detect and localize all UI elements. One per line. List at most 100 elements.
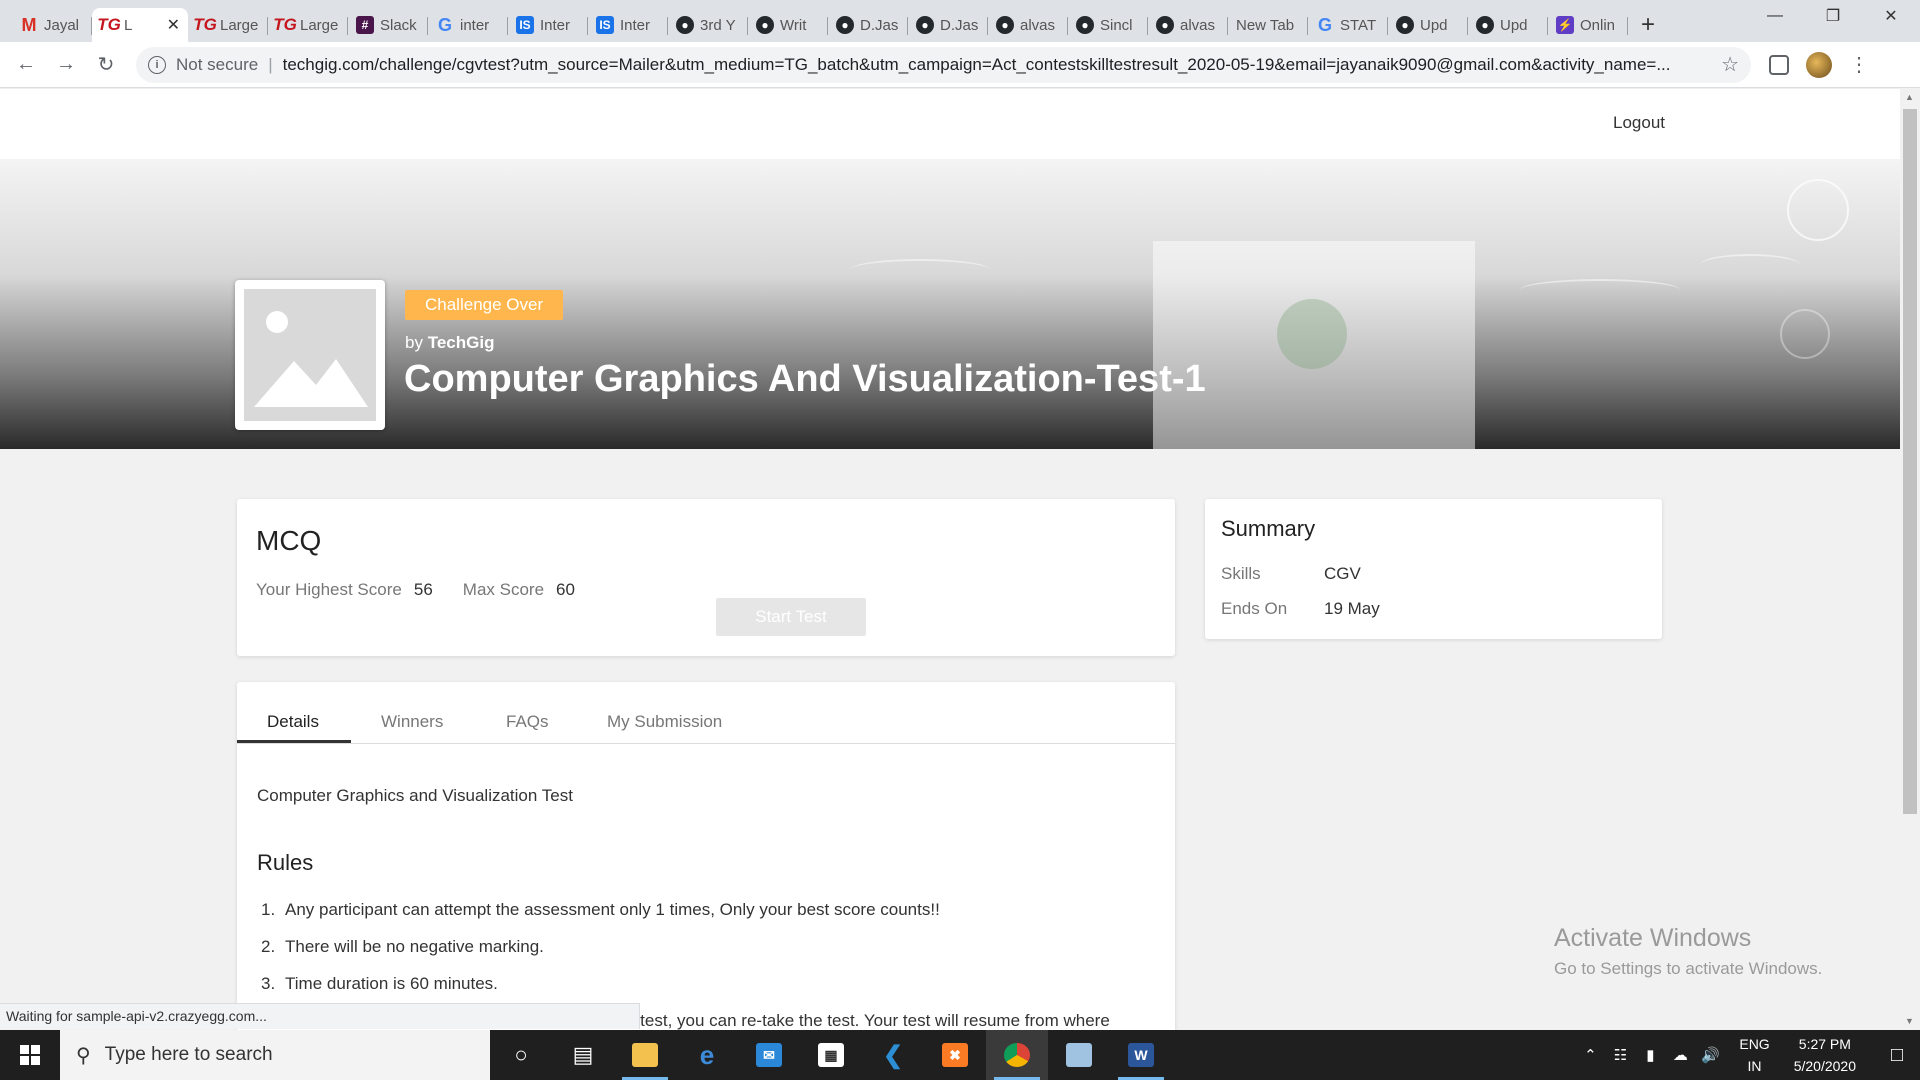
- google-icon: G: [1317, 14, 1332, 35]
- browser-tab[interactable]: Ginter: [428, 8, 508, 42]
- tab-faqs[interactable]: FAQs: [506, 712, 549, 732]
- browser-tab-strip: M Jayal TG L ✕ TG Large TG Large # Slack Ginter IS In…: [0, 0, 1920, 42]
- start-button[interactable]: [0, 1030, 60, 1080]
- browser-tab[interactable]: ● D.Jas: [908, 8, 988, 42]
- word-icon[interactable]: W: [1110, 1030, 1172, 1080]
- highest-score-label: Your Highest Score: [256, 580, 402, 599]
- challenge-thumbnail: [235, 280, 385, 430]
- taskbar-search-box[interactable]: ⚲ Type here to search: [60, 1030, 490, 1080]
- page-title: Computer Graphics And Visualization-Test…: [404, 358, 1206, 400]
- tab-title: D.Jas: [860, 16, 899, 34]
- browser-tab[interactable]: ● Sincl: [1068, 8, 1148, 42]
- restore-icon[interactable]: ❐: [1804, 0, 1862, 32]
- bookmark-star-icon[interactable]: ☆: [1721, 52, 1739, 77]
- mail-icon[interactable]: ✉: [738, 1030, 800, 1080]
- browser-status-bubble: Waiting for sample-api-v2.crazyegg.com..…: [0, 1003, 640, 1029]
- close-window-icon[interactable]: ✕: [1862, 0, 1920, 32]
- tab-title: Writ: [780, 16, 807, 34]
- activate-windows-watermark: Activate Windows Go to Settings to activ…: [1554, 924, 1822, 979]
- highest-score-value: 56: [413, 580, 433, 599]
- browser-tab[interactable]: IS Inter: [508, 8, 588, 42]
- browser-tab[interactable]: G STAT: [1308, 8, 1388, 42]
- tab-title: Large: [300, 16, 339, 34]
- scrollbar-thumb[interactable]: [1903, 109, 1917, 814]
- action-center-icon[interactable]: □: [1874, 1044, 1920, 1067]
- max-score-label: Max Score: [462, 580, 545, 599]
- mcq-heading: MCQ: [256, 525, 322, 556]
- browser-tab[interactable]: TG Large: [268, 8, 348, 42]
- browser-tab[interactable]: IS Inter: [588, 8, 668, 42]
- edge-icon[interactable]: e: [676, 1030, 738, 1080]
- browser-tab[interactable]: ● 3rd Y: [668, 8, 748, 42]
- summary-skills-row: Skills CGV: [1221, 564, 1361, 584]
- back-icon[interactable]: ←: [6, 45, 46, 85]
- file-explorer-icon[interactable]: [614, 1030, 676, 1080]
- max-score-value: 60: [556, 580, 575, 599]
- battery-icon[interactable]: ▮: [1637, 1046, 1663, 1064]
- xampp-icon[interactable]: ✖: [924, 1030, 986, 1080]
- show-hidden-icons-icon[interactable]: ⌃: [1577, 1046, 1603, 1064]
- tab-title: alvas: [1020, 16, 1056, 34]
- rule-text: There will be no negative marking.: [285, 937, 544, 956]
- url-text[interactable]: techgig.com/challenge/cgvtest?utm_source…: [283, 55, 1713, 75]
- page-scrollbar[interactable]: ▲ ▼: [1900, 89, 1920, 1029]
- tab-title: Large: [220, 16, 259, 34]
- info-icon[interactable]: i: [148, 55, 166, 74]
- browser-tab[interactable]: ● alvas: [988, 8, 1068, 42]
- start-test-button[interactable]: Start Test: [716, 598, 866, 636]
- browser-tab[interactable]: ⚡ Onlin: [1548, 8, 1628, 42]
- browser-tab[interactable]: ● Writ: [748, 8, 828, 42]
- chrome-icon[interactable]: [986, 1030, 1048, 1080]
- scroll-up-icon[interactable]: ▲: [1905, 92, 1914, 102]
- vscode-icon[interactable]: ❮: [862, 1030, 924, 1080]
- challenge-description: Computer Graphics and Visualization Test: [257, 786, 573, 805]
- volume-icon[interactable]: 🔊: [1697, 1046, 1723, 1064]
- taskbar-clock[interactable]: 5:27 PM 5/20/2020: [1794, 1033, 1856, 1077]
- menu-kebab-icon[interactable]: ⋮: [1839, 45, 1879, 85]
- language-indicator[interactable]: ENG IN: [1739, 1033, 1769, 1077]
- tab-title: Inter: [540, 16, 571, 34]
- browser-tab[interactable]: # Slack: [348, 8, 428, 42]
- ring-decoration-icon: [1780, 309, 1830, 359]
- browser-tab[interactable]: TG L ✕: [92, 8, 188, 42]
- browser-tab[interactable]: M Jayal: [12, 8, 92, 42]
- browser-toolbar: ← → ↻ i Not secure | techgig.com/challen…: [0, 42, 1920, 88]
- reload-icon[interactable]: ↻: [86, 45, 126, 85]
- browser-tab[interactable]: ● Upd: [1468, 8, 1548, 42]
- close-tab-icon[interactable]: ✕: [167, 15, 180, 35]
- github-icon: ●: [836, 16, 854, 34]
- scroll-down-icon[interactable]: ▼: [1905, 1016, 1914, 1026]
- minimize-icon[interactable]: —: [1746, 0, 1804, 32]
- forward-icon[interactable]: →: [46, 45, 86, 85]
- ends-on-value: 19 May: [1324, 599, 1380, 618]
- browser-tab[interactable]: ● D.Jas: [828, 8, 908, 42]
- tab-title: inter: [460, 16, 490, 34]
- tab-title: Upd: [1500, 16, 1528, 34]
- notepad-icon[interactable]: [1048, 1030, 1110, 1080]
- region-code: IN: [1747, 1058, 1762, 1074]
- store-icon[interactable]: ▦: [800, 1030, 862, 1080]
- browser-tab[interactable]: TG Large: [188, 8, 268, 42]
- tab-details[interactable]: Details: [267, 712, 319, 732]
- extension-icon[interactable]: [1759, 45, 1799, 85]
- browser-tab[interactable]: ● alvas: [1148, 8, 1228, 42]
- browser-tab[interactable]: New Tab: [1228, 8, 1308, 42]
- profile-avatar[interactable]: [1799, 45, 1839, 85]
- tab-winners[interactable]: Winners: [381, 712, 443, 732]
- summary-ends-row: Ends On 19 May: [1221, 599, 1380, 619]
- task-view-icon[interactable]: ▤: [552, 1030, 614, 1080]
- new-tab-button[interactable]: +: [1628, 8, 1668, 42]
- lang-code: ENG: [1739, 1036, 1770, 1052]
- logout-link[interactable]: Logout: [1613, 113, 1665, 133]
- tab-title: Slack: [380, 16, 417, 34]
- github-icon: ●: [1396, 16, 1414, 34]
- system-tray: ⌃ ☷ ▮ ☁ 🔊 ENG IN 5:27 PM 5/20/2020 □: [1575, 1030, 1920, 1080]
- network-icon[interactable]: ☷: [1607, 1046, 1633, 1064]
- cortana-icon[interactable]: ○: [490, 1030, 552, 1080]
- onedrive-icon[interactable]: ☁: [1667, 1046, 1693, 1064]
- browser-tab[interactable]: ● Upd: [1388, 8, 1468, 42]
- tab-title: Onlin: [1580, 16, 1616, 34]
- address-bar[interactable]: i Not secure | techgig.com/challenge/cgv…: [136, 46, 1751, 83]
- search-icon: ⚲: [76, 1044, 91, 1067]
- tab-my-submission[interactable]: My Submission: [607, 712, 722, 732]
